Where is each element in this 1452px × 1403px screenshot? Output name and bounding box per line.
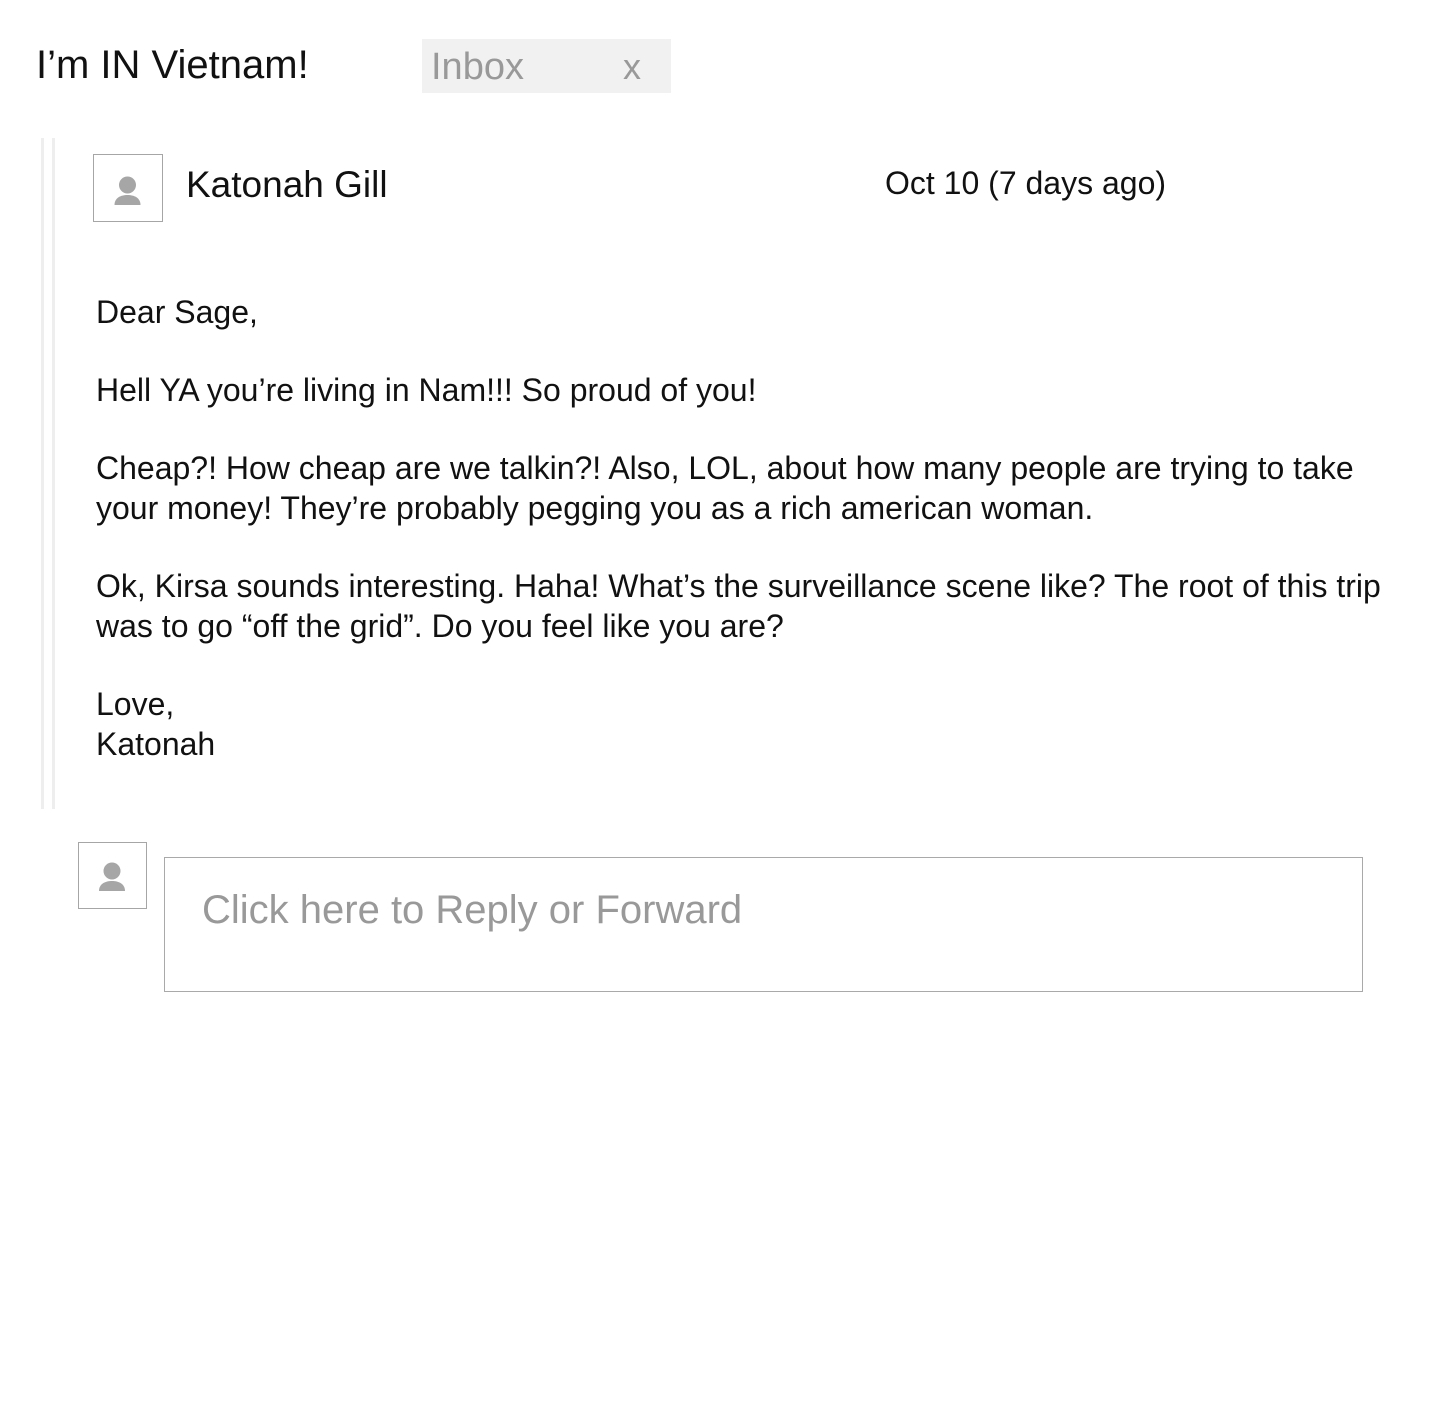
message-paragraph: Cheap?! How cheap are we talkin?! Also, … xyxy=(96,450,1354,526)
signature-line: Katonah xyxy=(96,726,216,762)
message-greeting: Dear Sage, xyxy=(96,294,258,330)
closing-line: Love, xyxy=(96,686,175,722)
reply-forward-box[interactable]: Click here to Reply or Forward xyxy=(164,857,1363,992)
subject-heading: I’m IN Vietnam! xyxy=(36,43,309,87)
message-paragraph: Ok, Kirsa sounds interesting. Haha! What… xyxy=(96,568,1381,644)
thread-indicator-bar xyxy=(41,138,55,809)
message-body: Dear Sage, Hell YA you’re living in Nam!… xyxy=(96,292,1386,764)
sender-avatar xyxy=(93,154,163,222)
message-date: Oct 10 (7 days ago) xyxy=(885,165,1167,201)
reply-avatar xyxy=(78,842,147,909)
person-placeholder-icon xyxy=(114,176,141,205)
sender-name[interactable]: Katonah Gill xyxy=(186,162,388,208)
label-chip-text: Inbox xyxy=(431,46,524,88)
reply-placeholder: Click here to Reply or Forward xyxy=(202,888,743,932)
label-chip-inbox[interactable]: Inbox x xyxy=(422,39,671,93)
remove-label-icon[interactable]: x xyxy=(623,45,641,89)
person-placeholder-icon xyxy=(99,862,125,891)
message-closing: Love, Katonah xyxy=(96,684,1386,764)
message-paragraph: Hell YA you’re living in Nam!!! So proud… xyxy=(96,372,757,408)
